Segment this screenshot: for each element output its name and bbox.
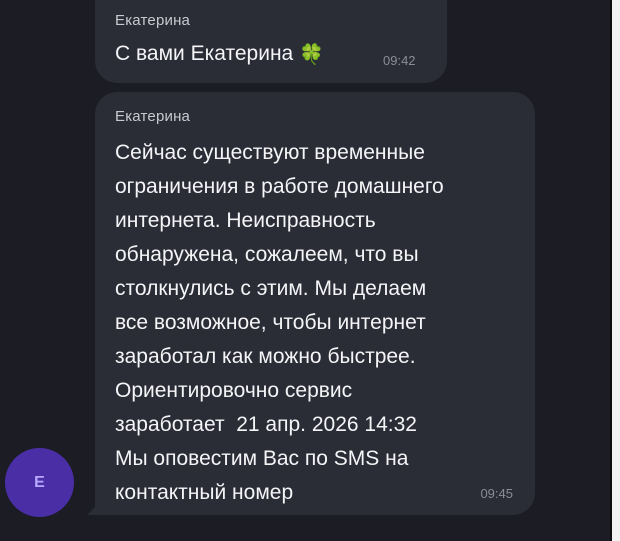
message-line: столкнулись с этим. Мы делаем [115,277,427,300]
avatar[interactable]: Е [5,448,74,517]
message-line: все возможное, чтобы интернет [115,311,426,334]
message-text: Сейчас существуют временные ограничения … [115,136,525,510]
window-edge [610,0,620,541]
message-sender: Екатерина [115,12,191,29]
bubble-tail [87,501,101,515]
message-line: Сейчас существуют временные [115,141,425,164]
message-text: С вами Екатерина 🍀 [115,42,324,67]
avatar-initial: Е [34,473,45,491]
message-line: заработал как можно быстрее. [115,345,416,368]
message-time: 09:42 [383,53,416,68]
message-line: ограничения в работе домашнего [115,175,444,198]
message-line: заработает 21 апр. 2026 14:32 [115,413,417,436]
divider [610,0,612,541]
message-bubble[interactable]: Екатерина С вами Екатерина 🍀 09:42 [95,0,447,83]
message-line: интернета. Неисправность [115,209,376,232]
message-line: обнаружена, сожалеем, что вы [115,243,419,266]
message-sender: Екатерина [115,108,191,125]
message-bubble[interactable]: Екатерина Сейчас существуют временные ог… [87,92,535,515]
message-line: Мы оповестим Вас по SMS на [115,447,409,470]
message-line: контактный номер [115,481,294,504]
message-line: Ориентировочно сервис [115,379,353,402]
message-time: 09:45 [480,486,513,501]
chat-area: Екатерина С вами Екатерина 🍀 09:42 Екатер… [0,0,610,541]
message-text-content: С вами Екатерина [115,42,294,65]
four-leaf-clover-icon: 🍀 [299,44,325,66]
